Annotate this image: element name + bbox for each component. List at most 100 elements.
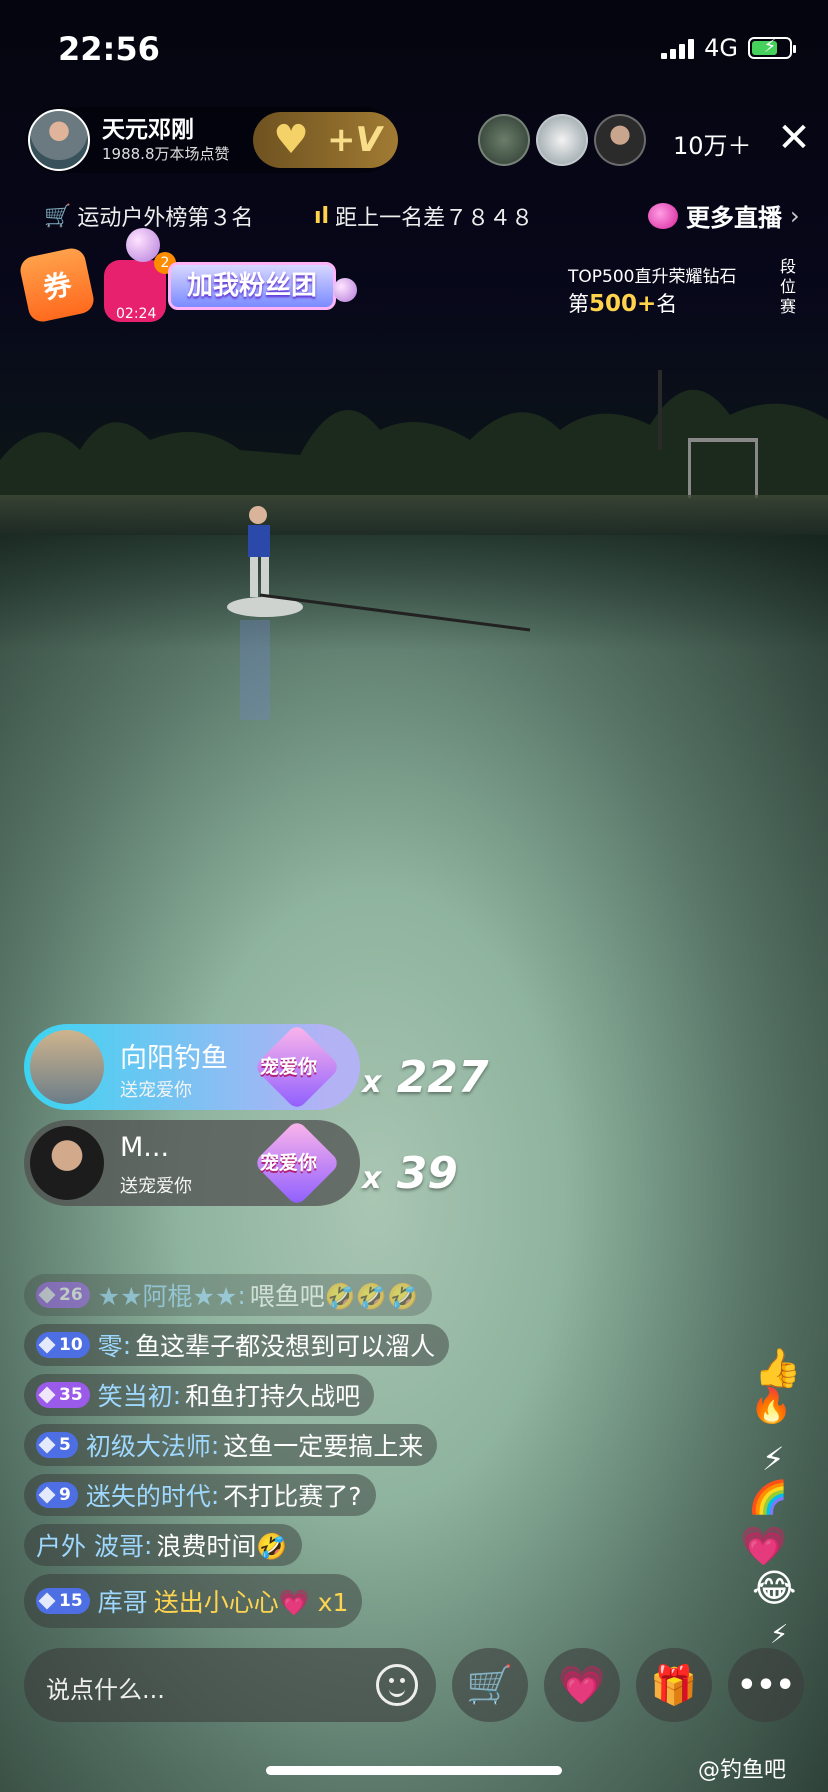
disco-ball-icon: [126, 228, 160, 262]
fans-club-badge[interactable]: 2 02:24 加我粉丝团: [104, 252, 338, 324]
ranked-match-label[interactable]: 段位赛: [780, 257, 804, 317]
top500-rank[interactable]: 第500+名: [568, 288, 677, 318]
more-live-button[interactable]: 更多直播 ›: [648, 198, 800, 233]
chat-message[interactable]: 户外 波哥: 浪费时间🤣: [24, 1524, 302, 1566]
home-indicator[interactable]: [266, 1766, 562, 1775]
more-icon[interactable]: •••: [728, 1648, 804, 1722]
chat-username[interactable]: 笑当初: [98, 1377, 173, 1413]
host-name: 天元邓刚: [102, 117, 194, 143]
category-rank[interactable]: 🛒 运动户外榜第３名: [44, 200, 253, 232]
fisherman-on-boat: [227, 506, 531, 720]
battery-icon: ⚡: [748, 36, 796, 59]
chat-separator: :: [210, 1430, 220, 1460]
user-level: 9: [59, 1485, 71, 1505]
lightning-icon: ⚡: [762, 1440, 785, 1478]
chat-text: 浪费时间🤣: [156, 1532, 288, 1561]
chat-separator: :: [237, 1280, 246, 1310]
chat-text: 不打比赛了?: [223, 1482, 362, 1511]
chat-separator: :: [143, 1530, 153, 1560]
gift-desc: 送宠爱你: [120, 1080, 192, 1101]
category-rank-text: 运动户外榜第３名: [77, 206, 254, 231]
chat-text: 喂鱼吧🤣🤣🤣: [249, 1282, 419, 1311]
disco-ball-icon: [333, 278, 357, 302]
vip-v-icon: +V: [327, 120, 382, 160]
gift-sender-avatar[interactable]: [30, 1126, 104, 1200]
gift-desc: 送宠爱你: [120, 1176, 192, 1197]
cart-small-icon: 🛒: [44, 203, 72, 229]
user-level-badge: 35: [36, 1382, 90, 1408]
follow-vip-badge[interactable]: ♥ +V: [253, 112, 398, 168]
gift-combo-row: M... 送宠爱你 宠爱你: [24, 1119, 360, 1207]
heart-gift-icon[interactable]: 💗: [544, 1648, 620, 1722]
user-level-badge: 10: [36, 1332, 90, 1358]
rank-gap-text: 距上一名差７８４８: [335, 206, 534, 231]
fans-timer: 02:24: [116, 306, 157, 322]
chat-message[interactable]: 35 笑当初: 和鱼打持久战吧: [24, 1374, 375, 1416]
chat-text: 和鱼打持久战吧: [185, 1382, 361, 1411]
viewer-count[interactable]: 10万＋: [673, 126, 752, 161]
top500-title[interactable]: TOP500直升荣耀钻石: [568, 262, 736, 287]
gift-sender-avatar[interactable]: [30, 1030, 104, 1104]
laughing-face-icon: 😂: [752, 1566, 797, 1610]
emoji-icon[interactable]: [376, 1664, 418, 1706]
join-fans-club-label: 加我粉丝团: [168, 262, 336, 310]
chevron-right-icon: ›: [790, 201, 800, 230]
gift-combo-row: 向阳钓鱼 送宠爱你 宠爱你: [24, 1023, 360, 1111]
lightning-icon: ⚡: [770, 1620, 789, 1650]
comment-placeholder: 说点什么...: [46, 1676, 165, 1704]
user-level-badge: 9: [36, 1482, 78, 1508]
close-icon[interactable]: ✕: [774, 118, 814, 158]
viewer-avatar[interactable]: [594, 114, 646, 166]
chat-message[interactable]: 5 初级大法师: 这鱼一定要搞上来: [24, 1424, 438, 1466]
chat-separator: :: [172, 1380, 182, 1410]
coupon-icon[interactable]: 券: [17, 245, 97, 325]
chat-message[interactable]: 9 迷失的时代: 不打比赛了?: [24, 1474, 376, 1516]
more-live-label: 更多直播: [686, 204, 782, 232]
chat-message[interactable]: 15 库哥 送出小心心💗 x1: [24, 1574, 363, 1628]
chat-text: 鱼这辈子都没想到可以溜人: [135, 1332, 436, 1361]
user-level: 15: [59, 1591, 83, 1611]
user-level: 10: [59, 1335, 83, 1355]
chat-username[interactable]: 迷失的时代: [86, 1477, 211, 1513]
combo-number: 39: [396, 1148, 458, 1199]
top500-prefix: 第: [568, 292, 589, 316]
chat-username[interactable]: 初级大法师: [86, 1427, 211, 1463]
gift-combo-count: x 227: [362, 1052, 489, 1103]
planet-icon: [648, 202, 678, 229]
fire-icon: 🔥: [750, 1386, 793, 1426]
chat-text: 这鱼一定要搞上来: [223, 1432, 424, 1461]
user-level: 5: [59, 1435, 71, 1455]
shopping-cart-icon[interactable]: 🛒: [452, 1648, 528, 1722]
gift-box-icon[interactable]: 🎁: [636, 1648, 712, 1722]
viewer-avatar[interactable]: [478, 114, 530, 166]
comment-input[interactable]: 说点什么...: [24, 1648, 436, 1722]
rank-gap[interactable]: ıl 距上一名差７８４８: [314, 200, 533, 232]
chat-username[interactable]: 零: [98, 1327, 123, 1363]
top500-suffix: 名: [656, 292, 678, 316]
combo-x: x: [362, 1161, 382, 1196]
host-avatar[interactable]: [28, 109, 90, 171]
status-time: 22:56: [58, 30, 160, 68]
gift-combo-count: x 39: [362, 1148, 458, 1199]
chat-message[interactable]: 26 ★★阿棍★★: 喂鱼吧🤣🤣🤣: [24, 1274, 433, 1316]
user-level-badge: 26: [36, 1282, 90, 1308]
chat-username[interactable]: ★★阿棍★★: [98, 1277, 238, 1313]
user-level-badge: 15: [36, 1588, 90, 1614]
chat-message[interactable]: 10 零: 鱼这辈子都没想到可以溜人: [24, 1324, 450, 1366]
watermark: @钓鱼吧: [698, 1758, 787, 1783]
user-level-badge: 5: [36, 1432, 78, 1458]
network-type: 4G: [704, 34, 738, 62]
chat-username[interactable]: 库哥: [98, 1583, 148, 1619]
host-likes: 1988.8万本场点赞: [102, 145, 230, 163]
user-level: 35: [59, 1385, 83, 1405]
chat-gift-text: 送出小心心💗 x1: [153, 1588, 349, 1617]
user-level: 26: [59, 1285, 83, 1305]
chat-username[interactable]: 户外 波哥: [36, 1527, 144, 1563]
status-indicators: 4G ⚡: [661, 34, 796, 62]
thumbs-up-icon: 👍: [754, 1346, 802, 1390]
viewer-avatar[interactable]: [536, 114, 588, 166]
gift-sender-name: 向阳钓鱼: [120, 1043, 228, 1074]
chat-separator: :: [210, 1480, 220, 1510]
combo-x: x: [362, 1065, 382, 1100]
top500-value: 500+: [589, 291, 657, 317]
